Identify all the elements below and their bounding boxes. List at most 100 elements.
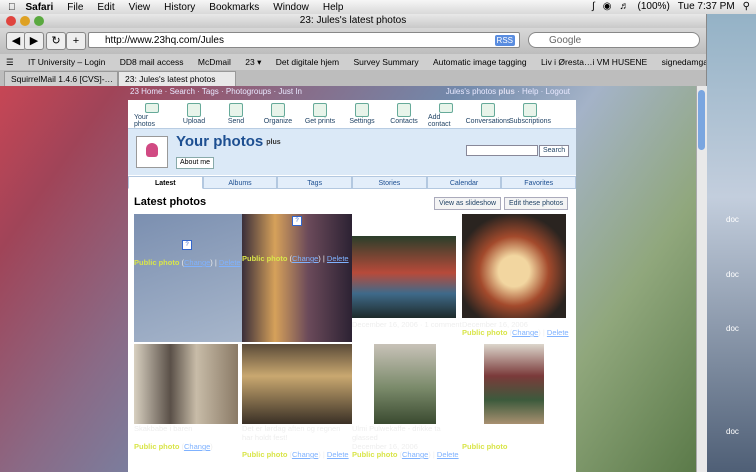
bookmark-item[interactable]: Det digitale hjem: [276, 57, 339, 67]
action-label: Settings: [349, 118, 375, 125]
organize-action[interactable]: Organize: [260, 100, 296, 128]
apple-menu-icon[interactable]: : [8, 2, 16, 13]
vertical-scrollbar[interactable]: [696, 86, 707, 472]
avatar[interactable]: [136, 136, 168, 168]
help-logout-links[interactable]: · Help · Logout: [517, 87, 570, 96]
edit-photos-button[interactable]: Edit these photos: [504, 197, 569, 210]
menu-app[interactable]: Safari: [26, 2, 54, 13]
bookmark-item[interactable]: McDmail: [198, 57, 231, 67]
wifi-icon[interactable]: ◉: [603, 1, 612, 12]
photo-search-input[interactable]: [466, 145, 538, 156]
tab-calendar[interactable]: Calendar: [426, 176, 502, 189]
photo-thumbnail[interactable]: [462, 214, 566, 318]
bookmarks-icon[interactable]: ☰: [6, 57, 14, 67]
tab-squirrelmail[interactable]: SquirrelMail 1.4.6 [CVS]-…: [4, 71, 118, 87]
menu-history[interactable]: History: [164, 2, 195, 13]
rss-badge[interactable]: RSS: [494, 35, 515, 46]
photo-caption: Public photo: [462, 442, 507, 451]
photo-thumbnail[interactable]: [242, 344, 352, 424]
delete-link[interactable]: Delete: [327, 450, 349, 459]
photo-thumbnail[interactable]: ?: [242, 214, 352, 342]
add-contact-action[interactable]: Add contact: [428, 100, 464, 128]
change-link[interactable]: Change: [184, 258, 210, 267]
photo-title[interactable]: Ulmi Pulwekaffe - drikke ta glassed: [352, 424, 441, 442]
question-icon: ?: [182, 240, 192, 250]
battery-status[interactable]: (100%): [638, 1, 670, 12]
photo-thumbnail[interactable]: [484, 344, 544, 424]
menu-help[interactable]: Help: [323, 2, 344, 13]
upload-action[interactable]: Upload: [176, 100, 212, 128]
photo-thumbnail[interactable]: [352, 236, 456, 318]
bookmark-item[interactable]: 23 ▾: [245, 57, 261, 67]
menu-window[interactable]: Window: [273, 2, 309, 13]
tab-tags[interactable]: Tags: [277, 176, 353, 189]
photo-caption: Public photo (Change): [134, 442, 213, 451]
photo-title[interactable]: Skakbabe i baren: [134, 424, 192, 433]
scrollbar-thumb[interactable]: [698, 90, 705, 150]
title-bar[interactable]: 23: Jules's latest photos: [0, 14, 706, 28]
public-label: Public photo: [134, 442, 180, 451]
menu-view[interactable]: View: [129, 2, 151, 13]
google-search-field[interactable]: Google: [528, 32, 700, 48]
desktop-file-label[interactable]: doc: [726, 270, 739, 279]
menu-bookmarks[interactable]: Bookmarks: [209, 2, 259, 13]
search-button[interactable]: Search: [539, 145, 570, 157]
jules-photos-link[interactable]: Jules's photos: [446, 87, 496, 96]
contacts-action[interactable]: Contacts: [386, 100, 422, 128]
url-field[interactable]: http://www.23hq.com/Jules RSS: [88, 32, 520, 48]
tab-favorites[interactable]: Favorites: [501, 176, 577, 189]
volume-icon[interactable]: ♬: [620, 1, 630, 12]
get-prints-action[interactable]: Get prints: [302, 100, 338, 128]
bookmark-item[interactable]: DD8 mail access: [120, 57, 184, 67]
add-bookmark-button[interactable]: +: [66, 32, 86, 50]
photo-thumbnail[interactable]: [134, 344, 238, 424]
desktop-file-label[interactable]: doc: [726, 215, 739, 224]
minimize-icon[interactable]: [20, 16, 30, 26]
section-title: Latest photos: [134, 196, 207, 208]
change-link[interactable]: Change: [292, 450, 318, 459]
delete-link[interactable]: Delete: [219, 258, 241, 267]
conversations-action[interactable]: Conversations: [466, 100, 510, 128]
tab-stories[interactable]: Stories: [352, 176, 427, 189]
send-action[interactable]: Send: [218, 100, 254, 128]
tab-latest[interactable]: Latest: [128, 176, 203, 189]
close-icon[interactable]: [6, 16, 16, 26]
change-link[interactable]: Change: [512, 328, 538, 337]
photo-thumbnail[interactable]: [374, 344, 436, 424]
settings-action[interactable]: Settings: [344, 100, 380, 128]
menu-file[interactable]: File: [67, 2, 83, 13]
tab-jules-photos[interactable]: 23: Jules's latest photos: [118, 71, 236, 87]
bookmark-item[interactable]: IT University – Login: [28, 57, 105, 67]
delete-link[interactable]: Delete: [547, 328, 569, 337]
change-link[interactable]: Change: [184, 442, 210, 451]
zoom-icon[interactable]: [34, 16, 44, 26]
change-link[interactable]: Change: [402, 450, 428, 459]
bookmark-item[interactable]: Automatic image tagging: [433, 57, 527, 67]
photo-title[interactable]: Det er lørdag aften og regnen har holdt …: [242, 424, 340, 442]
delete-link[interactable]: Delete: [327, 254, 349, 263]
photo-caption: Public photo (Change) | Delete: [242, 254, 349, 263]
site-nav-links[interactable]: 23 Home · Search · Tags · Photogroups · …: [130, 87, 302, 96]
about-me-button[interactable]: About me: [176, 157, 214, 169]
menu-edit[interactable]: Edit: [97, 2, 114, 13]
delete-link[interactable]: Delete: [437, 450, 459, 459]
slideshow-button[interactable]: View as slideshow: [434, 197, 502, 210]
desktop-file-label[interactable]: doc: [726, 427, 739, 436]
reload-button[interactable]: ↻: [46, 32, 66, 50]
clock[interactable]: Tue 7:37 PM: [678, 1, 735, 12]
desktop-file-label[interactable]: doc: [726, 324, 739, 333]
comment-count[interactable]: 1 comment: [425, 320, 462, 329]
tab-albums[interactable]: Albums: [202, 176, 278, 189]
bookmark-item[interactable]: Survey Summary: [353, 57, 418, 67]
bookmark-item[interactable]: signedamgaard: [662, 57, 706, 67]
bluetooth-icon[interactable]: ∫: [592, 1, 595, 12]
back-button[interactable]: ◀: [6, 32, 26, 50]
bookmark-item[interactable]: Liv i Øresta…i VM HUSENE: [541, 57, 647, 67]
photo-thumbnail[interactable]: ?: [134, 214, 242, 342]
spotlight-icon[interactable]: ⚲: [743, 1, 750, 12]
forward-button[interactable]: ▶: [24, 32, 44, 50]
photo-caption: Det er lørdag aften og regnen har holdt …: [242, 424, 350, 442]
change-link[interactable]: Change: [292, 254, 318, 263]
subscriptions-action[interactable]: Subscriptions: [509, 100, 551, 128]
your-photos-action[interactable]: Your photos: [134, 100, 170, 128]
